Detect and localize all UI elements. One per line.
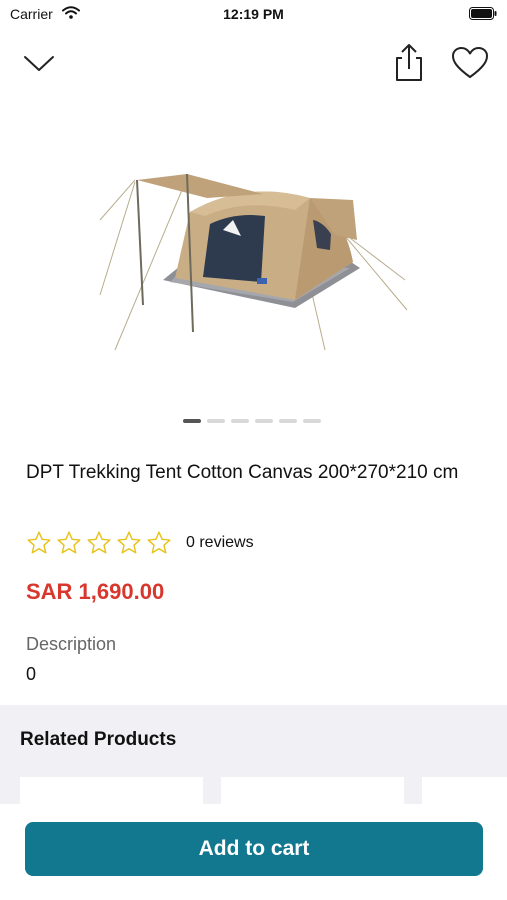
bottom-action-bar: Add to cart: [0, 804, 507, 900]
description-label: Description: [26, 634, 117, 654]
star-icon: [57, 531, 81, 554]
related-product-card[interactable]: [20, 777, 203, 805]
related-product-card[interactable]: [221, 777, 404, 805]
heart-icon[interactable]: [451, 46, 489, 80]
product-price: SAR 1,690.00: [26, 579, 165, 604]
image-pager[interactable]: [183, 419, 321, 425]
nav-bar: [0, 40, 507, 88]
related-products-title: Related Products: [20, 729, 177, 750]
related-product-card[interactable]: [422, 777, 507, 805]
chevron-down-icon[interactable]: [22, 50, 56, 74]
share-icon[interactable]: [391, 42, 427, 82]
star-icon: [27, 531, 51, 554]
add-to-cart-button[interactable]: Add to cart: [25, 822, 483, 876]
description-value: 0: [26, 664, 37, 684]
pager-dot[interactable]: [207, 419, 225, 423]
pager-dot[interactable]: [303, 419, 321, 423]
star-icon: [117, 531, 141, 554]
pager-dot[interactable]: [183, 419, 201, 423]
star-icon: [147, 531, 171, 554]
status-bar: Carrier 12:19 PM: [0, 0, 507, 30]
pager-dot[interactable]: [231, 419, 249, 423]
related-products-section: Related Products: [0, 705, 507, 805]
pager-dot[interactable]: [255, 419, 273, 423]
pager-dot[interactable]: [279, 419, 297, 423]
reviews-count[interactable]: 0 reviews: [186, 534, 254, 552]
status-time: 12:19 PM: [223, 6, 284, 22]
star-icon: [87, 531, 111, 554]
battery-icon: [469, 7, 497, 20]
product-title: DPT Trekking Tent Cotton Canvas 200*270*…: [26, 462, 459, 483]
product-image-tent[interactable]: [95, 150, 415, 365]
product-rating[interactable]: 0 reviews: [26, 529, 254, 557]
